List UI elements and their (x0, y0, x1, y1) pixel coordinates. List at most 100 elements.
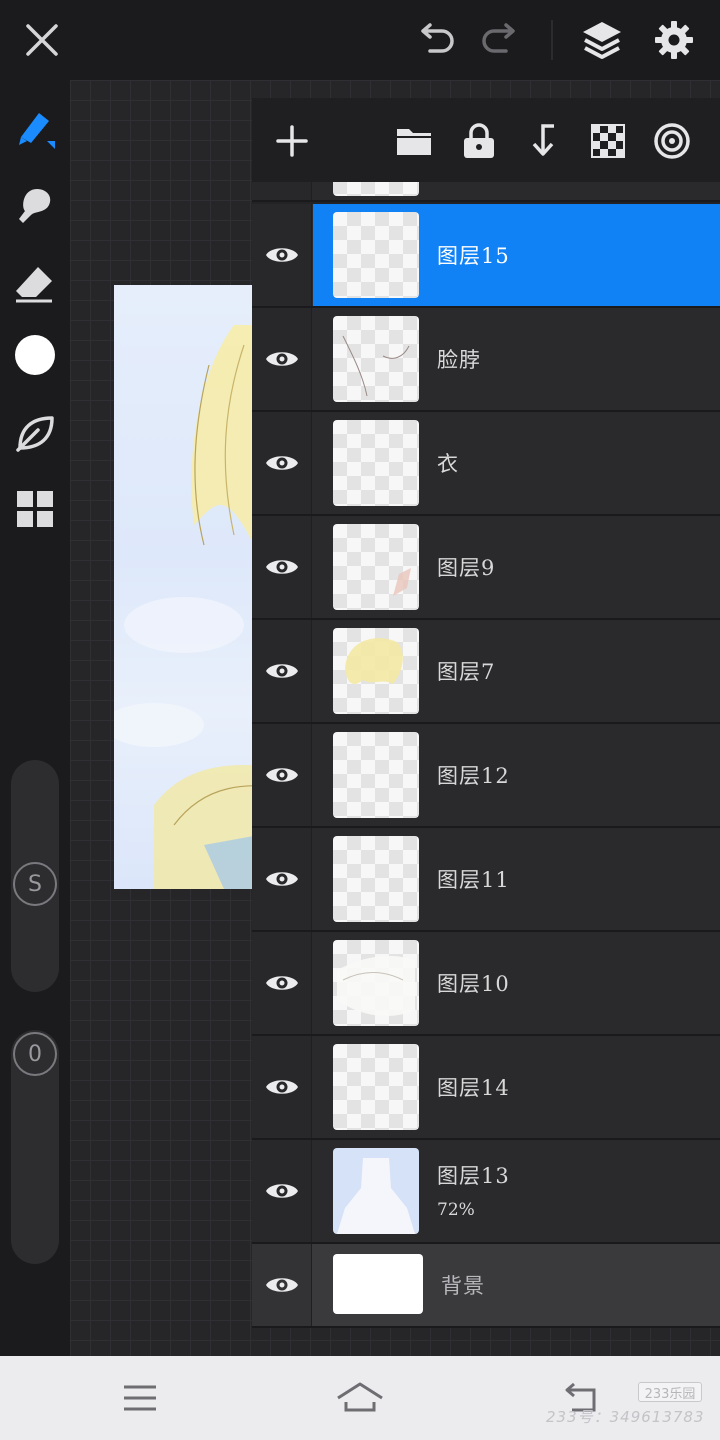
layers-panel: 图层15 脸脖 衣 图层9 图层7 图层12 图层11 图层10 图层14 图层… (252, 98, 720, 1328)
smudge-tool-button[interactable] (8, 178, 62, 232)
layer-thumbnail (333, 524, 419, 610)
brush-size-knob[interactable]: S (13, 862, 57, 906)
layer-row[interactable]: 图层10 (252, 932, 720, 1036)
eye-icon (265, 248, 298, 262)
visibility-toggle[interactable] (252, 724, 312, 826)
visibility-toggle[interactable] (252, 932, 312, 1034)
layer-name: 图层12 (437, 764, 510, 788)
visibility-toggle[interactable] (252, 620, 312, 722)
opacity-slider[interactable]: 0 (11, 1030, 59, 1264)
layer-thumbnail (333, 940, 419, 1026)
layer-row[interactable]: 图层15 (252, 204, 720, 308)
layer-name: 图层14 (437, 1076, 510, 1100)
layer-row-partial[interactable] (252, 182, 720, 202)
layers-button[interactable] (576, 14, 628, 66)
layer-body: 背景 (313, 1244, 720, 1326)
lock-button[interactable] (454, 116, 504, 166)
layer-body: 图层13 72% (313, 1140, 720, 1242)
leaf-tool-button[interactable] (8, 406, 62, 460)
layer-row[interactable]: 脸脖 (252, 308, 720, 412)
eraser-tool-button[interactable] (8, 256, 62, 310)
visibility-toggle[interactable] (252, 308, 312, 410)
undo-icon (421, 23, 454, 53)
layer-row[interactable]: 图层12 (252, 724, 720, 828)
layer-name: 图层7 (437, 660, 496, 684)
layer-name: 图层11 (437, 868, 510, 892)
add-layer-button[interactable] (267, 116, 317, 166)
eye-icon (265, 872, 298, 886)
visibility-toggle[interactable] (252, 1036, 312, 1138)
layers-list: 图层15 脸脖 衣 图层9 图层7 图层12 图层11 图层10 图层14 图层… (252, 182, 720, 1328)
layer-thumbnail (333, 316, 419, 402)
layer-thumbnail (333, 182, 419, 196)
close-icon (26, 24, 58, 56)
layers-panel-toolbar (252, 98, 720, 182)
eye-icon (265, 456, 298, 470)
visibility-toggle[interactable] (252, 1244, 312, 1326)
eye-icon (265, 976, 298, 990)
layer-row[interactable]: 图层11 (252, 828, 720, 932)
checkerboard-icon (591, 124, 625, 158)
layer-row[interactable]: 衣 (252, 412, 720, 516)
opacity-label: 0 (28, 1041, 42, 1067)
layer-body: 图层11 (313, 828, 720, 930)
redo-icon (482, 23, 515, 53)
eye-icon (265, 352, 298, 366)
layer-row-background[interactable]: 背景 (252, 1244, 720, 1328)
color-swatch-button[interactable] (8, 328, 62, 382)
folder-button[interactable] (389, 116, 439, 166)
watermark-badge: 233乐园 (638, 1382, 702, 1402)
layer-opacity: 72% (437, 1200, 475, 1220)
redo-button[interactable] (474, 14, 526, 66)
brush-icon (19, 113, 55, 149)
leaf-icon (16, 416, 54, 452)
menu-button[interactable] (112, 1374, 168, 1422)
layer-body (313, 182, 720, 200)
layer-body: 图层12 (313, 724, 720, 826)
smudge-icon (19, 189, 51, 223)
opacity-knob[interactable]: 0 (13, 1032, 57, 1076)
transparency-button[interactable] (583, 116, 633, 166)
visibility-toggle[interactable] (252, 828, 312, 930)
undo-button[interactable] (410, 14, 462, 66)
eye-icon (265, 768, 298, 782)
layer-thumbnail (333, 628, 419, 714)
merge-down-button[interactable] (518, 116, 568, 166)
home-button[interactable] (332, 1374, 388, 1422)
eye-icon (265, 1184, 298, 1198)
layer-thumbnail (333, 1044, 419, 1130)
close-button[interactable] (16, 14, 68, 66)
visibility-toggle[interactable] (252, 1140, 312, 1242)
layer-thumbnail (333, 1148, 419, 1234)
color-swatch-icon (15, 335, 55, 375)
layers-icon (583, 22, 621, 59)
settings-button[interactable] (648, 14, 700, 66)
more-options-button[interactable] (647, 116, 697, 166)
toolbar-divider (551, 20, 553, 60)
layer-row[interactable]: 图层9 (252, 516, 720, 620)
watermark-text: 233号：349613783 (546, 1408, 705, 1426)
layer-body: 衣 (313, 412, 720, 514)
grid-tool-button[interactable] (8, 482, 62, 536)
plus-icon (276, 125, 308, 157)
target-icon (654, 123, 690, 159)
brush-size-slider[interactable]: S (11, 760, 59, 992)
visibility-toggle (252, 182, 312, 200)
visibility-toggle[interactable] (252, 516, 312, 618)
top-toolbar (0, 0, 720, 80)
layer-row[interactable]: 图层7 (252, 620, 720, 724)
visibility-toggle[interactable] (252, 412, 312, 514)
brush-tool-button[interactable] (8, 100, 62, 154)
layer-thumbnail (333, 420, 419, 506)
folder-icon (397, 129, 431, 155)
layer-row[interactable]: 图层13 72% (252, 1140, 720, 1244)
eye-icon (265, 560, 298, 574)
grid-icon (17, 491, 53, 527)
gear-icon (655, 21, 693, 59)
layer-body: 图层15 (313, 204, 720, 306)
lock-icon (464, 123, 494, 158)
home-icon (337, 1382, 383, 1412)
layer-name: 衣 (437, 452, 459, 476)
layer-thumbnail (333, 836, 419, 922)
visibility-toggle[interactable] (252, 204, 312, 306)
